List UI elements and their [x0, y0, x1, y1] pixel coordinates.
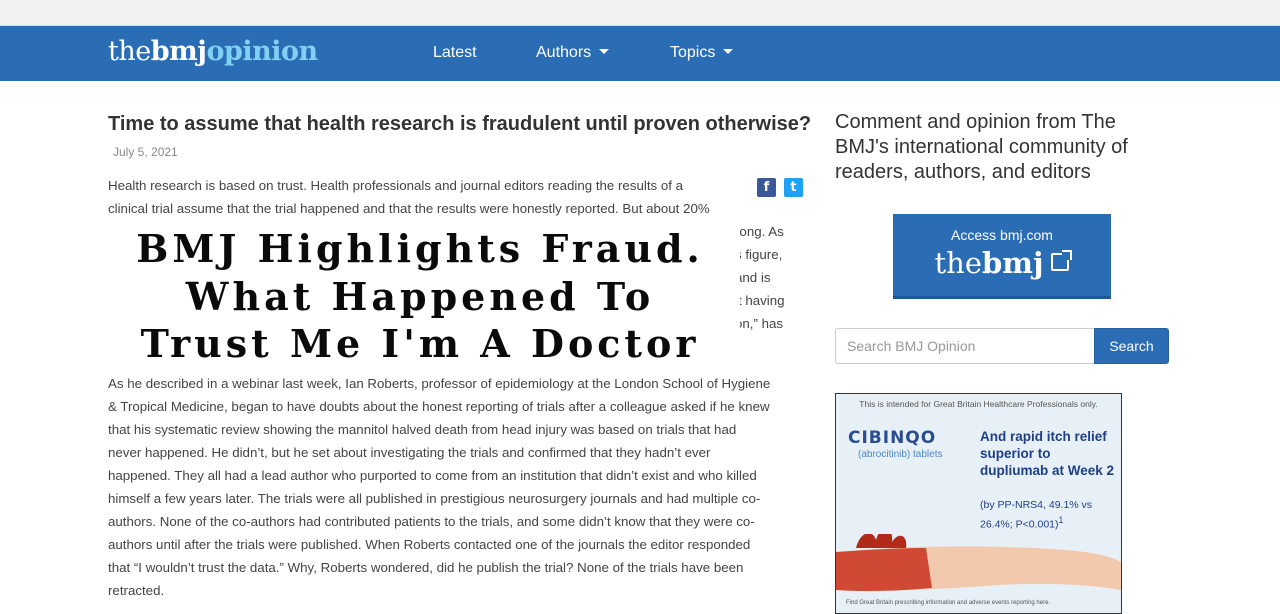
paragraph-fragment: it having — [735, 293, 785, 308]
paragraph-line: himself a few years later. The trials we… — [108, 491, 761, 506]
nav-topics-label: Topics — [670, 44, 716, 61]
ad-footer: Find Great Britain prescribing informati… — [846, 600, 1051, 606]
nav-topics-dropdown[interactable]: Topics — [670, 44, 734, 62]
nav-latest-label: Latest — [433, 44, 477, 61]
paragraph-line: & Tropical Medicine, began to have doubt… — [108, 399, 770, 414]
article-title: Time to assume that health research is f… — [108, 113, 812, 135]
paragraph-line: authors until after the trials were publ… — [108, 537, 751, 552]
logo-the: the — [108, 36, 151, 67]
logo-opinion: opinion — [206, 36, 318, 67]
external-link-icon — [1051, 250, 1073, 271]
ad-claim-sub: (by PP-NRS4, 49.1% vs 26.4%; P<0.001)1 — [980, 498, 1118, 533]
paragraph-fragment: s figure, — [735, 247, 783, 262]
paragraph-line: As he described in a webinar last week, … — [108, 376, 771, 391]
access-bmj-label: Access bmj.com — [951, 227, 1053, 243]
article-paragraph-2: As he described in a webinar last week, … — [108, 372, 804, 602]
paragraph-fragment: on,” has — [735, 316, 784, 331]
paragraph-line: Health research is based on trust. Healt… — [108, 178, 684, 193]
sidebar-heading: Comment and opinion from The BMJ's inter… — [835, 111, 1128, 183]
ad-claim-footnote: 1 — [1058, 515, 1064, 525]
bmj-logo-the: the — [934, 246, 983, 280]
article-date: July 5, 2021 — [113, 145, 178, 159]
advertisement[interactable]: This is intended for Great Britain Healt… — [835, 393, 1122, 614]
nav-authors-label: Authors — [536, 44, 592, 61]
overlay-line-3: Trust Me I'm A Doctor — [140, 321, 700, 366]
ad-claim: And rapid itch relief superior to dupliu… — [980, 429, 1115, 478]
paragraph-line: retracted. — [108, 583, 165, 598]
paragraph-line: authors. None of the co-authors had cont… — [108, 514, 755, 529]
ad-brand-sub: (abrocitinib) tablets — [858, 449, 943, 460]
chevron-down-icon — [723, 49, 734, 55]
logo-bmj: bmj — [150, 36, 207, 67]
nav-authors-dropdown[interactable]: Authors — [536, 44, 610, 62]
bmj-logo: thebmj — [893, 246, 1111, 280]
paragraph-line: happened. They all had a lead author who… — [108, 468, 757, 483]
overlay-line-2: What Happened To — [185, 274, 655, 319]
access-bmj-button[interactable]: Access bmj.com thebmj — [893, 214, 1111, 299]
search-button[interactable]: Search — [1094, 328, 1169, 364]
ad-brand: CIBINQO — [848, 428, 937, 448]
browser-top-strip — [0, 0, 1280, 26]
overlay-line-1: BMJ Highlights Fraud. — [136, 226, 704, 271]
paragraph-visible-fragments: rong. As s figure, and is it having on,”… — [735, 220, 807, 335]
paragraph-line: that his systematic review showing the m… — [108, 422, 737, 437]
paragraph-line: clinical trial assume that the trial hap… — [108, 201, 710, 216]
ad-claim-sub-text: (by PP-NRS4, 49.1% vs 26.4%; P<0.001) — [980, 499, 1093, 531]
headline-overlay: BMJ Highlights Fraud. What Happened To T… — [100, 222, 740, 366]
search-input[interactable] — [835, 328, 1094, 364]
paragraph-line: never happened. He didn’t, but he set ab… — [108, 445, 711, 460]
ad-arm-illustration — [836, 534, 1121, 592]
bmj-logo-bmj: bmj — [982, 246, 1044, 280]
article-paragraph-1: Health research is based on trust. Healt… — [108, 174, 804, 220]
paragraph-fragment: rong. As — [735, 224, 784, 239]
paragraph-line: that “I wouldn’t trust the data.” Why, R… — [108, 560, 744, 575]
chevron-down-icon — [599, 49, 610, 55]
ad-notice: This is intended for Great Britain Healt… — [859, 399, 1098, 409]
nav-latest[interactable]: Latest — [433, 44, 477, 62]
top-navbar: the bmj opinion Latest Authors Topics — [0, 26, 1280, 81]
paragraph-fragment: and is — [735, 270, 771, 285]
bmj-opinion-logo[interactable]: the bmj opinion — [108, 36, 318, 70]
